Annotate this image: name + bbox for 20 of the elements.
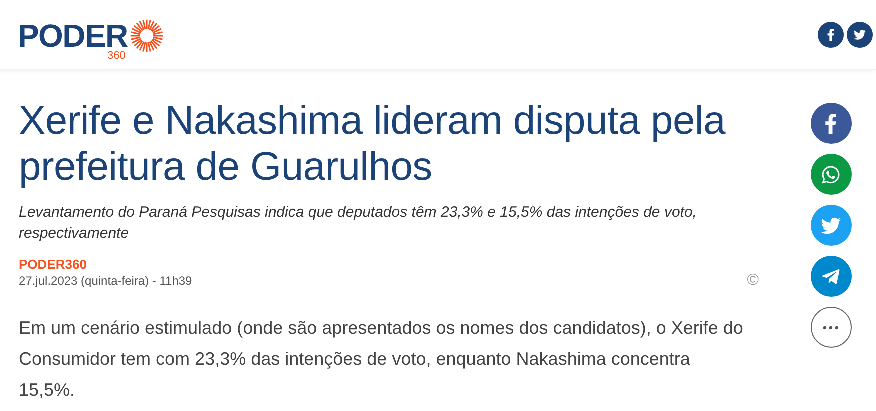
paper-plane-icon	[821, 266, 841, 286]
whatsapp-icon	[821, 164, 841, 184]
copyright-mark: ©	[747, 273, 759, 289]
more-icon	[823, 326, 839, 330]
logo-word: PODER	[18, 22, 128, 50]
facebook-button[interactable]	[818, 22, 844, 48]
bird-icon	[854, 28, 866, 40]
logo-number: 360	[107, 50, 126, 62]
article-title: Xerife e Nakashima lideram disputa pela prefeitura de Guarulhos	[19, 98, 727, 190]
bird-icon	[821, 216, 841, 236]
article-body: Em um cenário estimulado (onde são apresentados os nomes dos candidatos), o Xerife do Consumidor tem com 23,3% das intenções de voto, enquanto Nakashima concentra 15,5%.	[19, 317, 744, 402]
author-name: PODER360	[19, 257, 88, 273]
whatsapp-button[interactable]	[810, 154, 852, 195]
publish-date: 27.jul.2023 (quinta-feira) - 11h39	[19, 273, 192, 289]
twitter-button[interactable]	[847, 22, 873, 48]
telegram-button[interactable]	[810, 256, 852, 297]
facebook-icon	[825, 28, 837, 40]
facebook-button[interactable]	[810, 103, 852, 144]
more-button[interactable]	[810, 307, 852, 348]
article-subtitle: Levantamento do Paraná Pesquisas indica que deputados têm 23,3% e 15,5% das intenções de voto, respectivamente	[19, 203, 698, 244]
